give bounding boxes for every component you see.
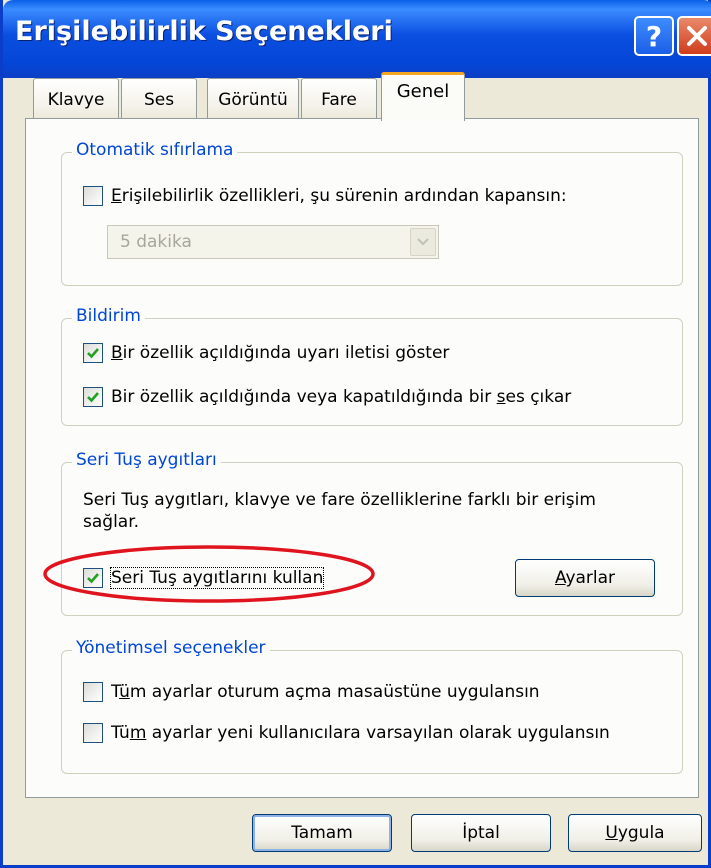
apply-button-label: Uygula [605,823,665,843]
apply-logon-checkbox[interactable] [83,682,103,702]
tab-goruntu[interactable]: Görüntü [207,78,299,120]
cancel-button-label: İptal [462,823,500,843]
checkmark-icon [87,573,99,584]
sound-checkbox-row[interactable]: Bir özellik açıldığında veya kapatıldığı… [83,387,571,407]
serial-keys-checkbox-row[interactable]: Seri Tuş aygıtlarını kullan [83,567,325,589]
close-button[interactable] [677,16,711,56]
serial-keys-checkbox[interactable] [83,568,103,588]
auto-reset-checkbox[interactable] [83,186,103,206]
auto-reset-legend: Otomatik sıfırlama [72,140,238,160]
accessibility-options-dialog: Erişilebilirlik Seçenekleri ? Klavye Ses… [0,0,711,868]
settings-button[interactable]: Ayarlar [515,559,655,597]
serial-keys-legend: Seri Tuş aygıtları [72,450,221,470]
help-icon: ? [645,19,663,53]
close-icon [687,26,707,46]
tab-label: Klavye [47,89,105,110]
apply-new-users-checkbox-row[interactable]: Tüm ayarlar yeni kullanıcılara varsayıla… [83,723,610,743]
auto-reset-checkbox-row[interactable]: Erişilebilirlik özellikleri, şu sürenin … [83,186,567,206]
auto-reset-label: Erişilebilirlik özellikleri, şu sürenin … [111,186,567,206]
tab-label: Görüntü [218,89,288,110]
checkmark-icon [87,348,99,359]
title-bar[interactable]: Erişilebilirlik Seçenekleri ? [3,0,711,78]
auto-reset-group: Otomatik sıfırlama [61,140,683,286]
warning-checkbox-row[interactable]: Bir özellik açıldığında uyarı iletisi gö… [83,343,449,363]
serial-keys-label: Seri Tuş aygıtlarını kullan [109,567,325,589]
warning-checkbox[interactable] [83,343,103,363]
apply-new-users-label: Tüm ayarlar yeni kullanıcılara varsayıla… [111,723,610,743]
window-title: Erişilebilirlik Seçenekleri [15,16,393,47]
tab-klavye[interactable]: Klavye [33,78,119,120]
tab-label: Ses [143,89,175,110]
ok-button[interactable]: Tamam [252,814,392,852]
admin-options-group: Yönetimsel seçenekler [61,638,683,774]
notification-legend: Bildirim [72,306,145,326]
tab-ses[interactable]: Ses [121,78,197,120]
apply-new-users-checkbox[interactable] [83,723,103,743]
ok-button-label: Tamam [291,823,353,843]
chevron-down-icon[interactable] [410,228,436,256]
cancel-button[interactable]: İptal [411,814,551,852]
settings-button-label: Ayarlar [554,568,616,588]
admin-options-legend: Yönetimsel seçenekler [72,638,270,658]
warning-label: Bir özellik açıldığında uyarı iletisi gö… [111,343,450,363]
apply-button[interactable]: Uygula [568,814,702,852]
tab-label: Genel [396,81,450,102]
tab-genel[interactable]: Genel [381,72,465,121]
reset-duration-value: 5 dakika [120,232,192,252]
tab-label: Fare [321,89,357,110]
sound-checkbox[interactable] [83,387,103,407]
checkmark-icon [87,392,99,403]
serial-keys-description: Seri Tuş aygıtları, klavye ve fare özell… [83,490,596,532]
tab-fare[interactable]: Fare [301,78,377,120]
sound-label: Bir özellik açıldığında veya kapatıldığı… [111,387,572,407]
apply-logon-checkbox-row[interactable]: Tüm ayarlar oturum açma masaüstüne uygul… [83,682,540,702]
notification-group: Bildirim [61,306,683,426]
apply-logon-label: Tüm ayarlar oturum açma masaüstüne uygul… [111,682,540,702]
reset-duration-select[interactable]: 5 dakika [107,225,439,259]
help-button[interactable]: ? [634,16,674,56]
